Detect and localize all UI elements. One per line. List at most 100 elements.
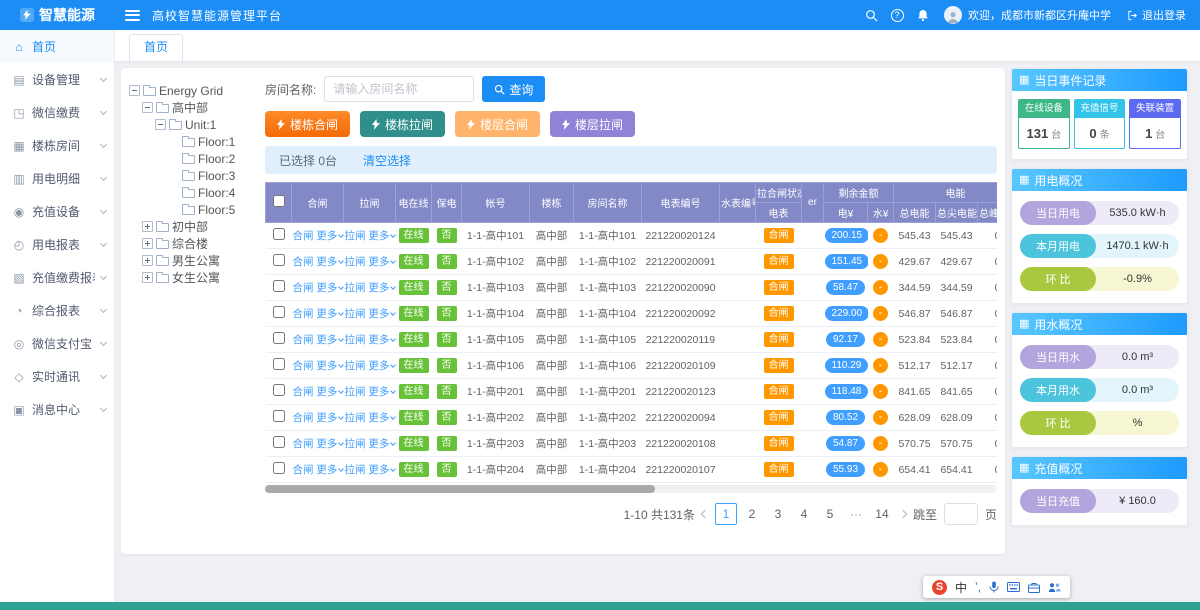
- pager-page-14[interactable]: 14: [871, 503, 893, 525]
- more-dropdown[interactable]: 更多: [368, 464, 395, 476]
- more-dropdown[interactable]: 更多: [368, 386, 395, 398]
- close-action-link[interactable]: 合闸: [293, 386, 314, 398]
- collapse-menu-icon[interactable]: [125, 10, 140, 21]
- row-checkbox[interactable]: [273, 280, 285, 292]
- sidebar-item-realtime-comm[interactable]: ◇实时通讯: [0, 360, 114, 393]
- ime-people-icon[interactable]: [1048, 582, 1061, 593]
- tree-node-floor-3[interactable]: Floor:3: [129, 167, 257, 184]
- ime-lang-toggle[interactable]: 中: [955, 579, 967, 596]
- row-checkbox[interactable]: [273, 306, 285, 318]
- more-dropdown[interactable]: 更多: [316, 412, 343, 424]
- more-dropdown[interactable]: 更多: [316, 256, 343, 268]
- room-name-input[interactable]: [324, 76, 474, 102]
- jump-page-input[interactable]: [944, 503, 978, 525]
- tree-node-junior-high[interactable]: 初中部: [129, 218, 257, 235]
- ime-punctuation-toggle[interactable]: ’,: [975, 580, 981, 594]
- open-action-link[interactable]: 拉闸: [345, 438, 366, 450]
- more-dropdown[interactable]: 更多: [368, 282, 395, 294]
- tree-node-complex-building[interactable]: 综合楼: [129, 235, 257, 252]
- more-dropdown[interactable]: 更多: [316, 308, 343, 320]
- tree-node-floor-4[interactable]: Floor:4: [129, 184, 257, 201]
- tree-node-unit-1[interactable]: Unit:1: [129, 116, 257, 133]
- more-dropdown[interactable]: 更多: [368, 230, 395, 242]
- prev-page-icon[interactable]: [701, 510, 709, 518]
- scrollbar-thumb[interactable]: [265, 485, 655, 493]
- tree-expander-icon[interactable]: [142, 102, 153, 113]
- more-dropdown[interactable]: 更多: [316, 230, 343, 242]
- close-action-link[interactable]: 合闸: [293, 308, 314, 320]
- more-dropdown[interactable]: 更多: [316, 438, 343, 450]
- pager-page-2[interactable]: 2: [741, 503, 763, 525]
- sidebar-item-device-management[interactable]: ▤设备管理: [0, 63, 114, 96]
- open-action-link[interactable]: 拉闸: [345, 464, 366, 476]
- more-dropdown[interactable]: 更多: [368, 412, 395, 424]
- more-dropdown[interactable]: 更多: [368, 334, 395, 346]
- row-checkbox[interactable]: [273, 462, 285, 474]
- sidebar-item-wechat-alipay[interactable]: ◎微信支付宝: [0, 327, 114, 360]
- tree-expander-icon[interactable]: [142, 221, 153, 232]
- help-icon[interactable]: ?: [884, 2, 910, 28]
- building-close-button[interactable]: 楼栋合闸: [265, 111, 350, 137]
- open-action-link[interactable]: 拉闸: [345, 308, 366, 320]
- building-open-button[interactable]: 楼栋拉闸: [360, 111, 445, 137]
- sogou-logo-icon[interactable]: S: [932, 580, 947, 595]
- search-icon[interactable]: [858, 2, 884, 28]
- tree-node-senior-high[interactable]: 高中部: [129, 99, 257, 116]
- open-action-link[interactable]: 拉闸: [345, 282, 366, 294]
- close-action-link[interactable]: 合闸: [293, 334, 314, 346]
- sidebar-item-building-rooms[interactable]: ▦楼栋房间: [0, 129, 114, 162]
- more-dropdown[interactable]: 更多: [316, 334, 343, 346]
- horizontal-scrollbar[interactable]: [265, 485, 997, 493]
- pager-page-1[interactable]: 1: [715, 503, 737, 525]
- avatar[interactable]: [944, 6, 962, 24]
- tree-node-floor-1[interactable]: Floor:1: [129, 133, 257, 150]
- open-action-link[interactable]: 拉闸: [345, 334, 366, 346]
- select-all-checkbox[interactable]: [273, 195, 285, 207]
- tree-node-floor-2[interactable]: Floor:2: [129, 150, 257, 167]
- ime-keyboard-icon[interactable]: [1007, 582, 1020, 592]
- tree-node-floor-5[interactable]: Floor:5: [129, 201, 257, 218]
- tree-expander-icon[interactable]: [129, 85, 140, 96]
- ime-toolbox-icon[interactable]: [1028, 582, 1040, 593]
- bell-icon[interactable]: [910, 2, 936, 28]
- sidebar-item-electricity-detail[interactable]: ▥用电明细: [0, 162, 114, 195]
- close-action-link[interactable]: 合闸: [293, 256, 314, 268]
- row-checkbox[interactable]: [273, 332, 285, 344]
- pager-page-4[interactable]: 4: [793, 503, 815, 525]
- floor-open-button[interactable]: 楼层拉闸: [550, 111, 635, 137]
- sidebar-item-recharge-devices[interactable]: ◉充值设备: [0, 195, 114, 228]
- tree-expander-icon[interactable]: [142, 238, 153, 249]
- row-checkbox[interactable]: [273, 436, 285, 448]
- close-action-link[interactable]: 合闸: [293, 360, 314, 372]
- clear-selection-link[interactable]: 清空选择: [363, 152, 411, 169]
- row-checkbox[interactable]: [273, 410, 285, 422]
- close-action-link[interactable]: 合闸: [293, 282, 314, 294]
- more-dropdown[interactable]: 更多: [368, 360, 395, 372]
- tree-expander-icon[interactable]: [142, 255, 153, 266]
- row-checkbox[interactable]: [273, 254, 285, 266]
- search-button[interactable]: 查询: [482, 76, 545, 102]
- row-checkbox[interactable]: [273, 228, 285, 240]
- more-dropdown[interactable]: 更多: [316, 386, 343, 398]
- close-action-link[interactable]: 合闸: [293, 412, 314, 424]
- floor-close-button[interactable]: 楼层合闸: [455, 111, 540, 137]
- more-dropdown[interactable]: 更多: [368, 256, 395, 268]
- open-action-link[interactable]: 拉闸: [345, 230, 366, 242]
- close-action-link[interactable]: 合闸: [293, 230, 314, 242]
- tab-home[interactable]: 首页: [129, 34, 183, 61]
- sidebar-item-wechat-payment[interactable]: ◳微信缴费: [0, 96, 114, 129]
- more-dropdown[interactable]: 更多: [316, 282, 343, 294]
- open-action-link[interactable]: 拉闸: [345, 360, 366, 372]
- pager-page-5[interactable]: 5: [819, 503, 841, 525]
- sidebar-item-recharge-payment-report[interactable]: ▧充值缴费报表: [0, 261, 114, 294]
- row-checkbox[interactable]: [273, 384, 285, 396]
- more-dropdown[interactable]: 更多: [316, 360, 343, 372]
- close-action-link[interactable]: 合闸: [293, 438, 314, 450]
- sidebar-item-comprehensive-report[interactable]: ◔综合报表: [0, 294, 114, 327]
- more-dropdown[interactable]: 更多: [368, 308, 395, 320]
- tree-node-male-dorm[interactable]: 男生公寓: [129, 252, 257, 269]
- sidebar-item-electricity-report[interactable]: ◴用电报表: [0, 228, 114, 261]
- next-page-icon[interactable]: [899, 510, 907, 518]
- tree-expander-icon[interactable]: [142, 272, 153, 283]
- pager-page-3[interactable]: 3: [767, 503, 789, 525]
